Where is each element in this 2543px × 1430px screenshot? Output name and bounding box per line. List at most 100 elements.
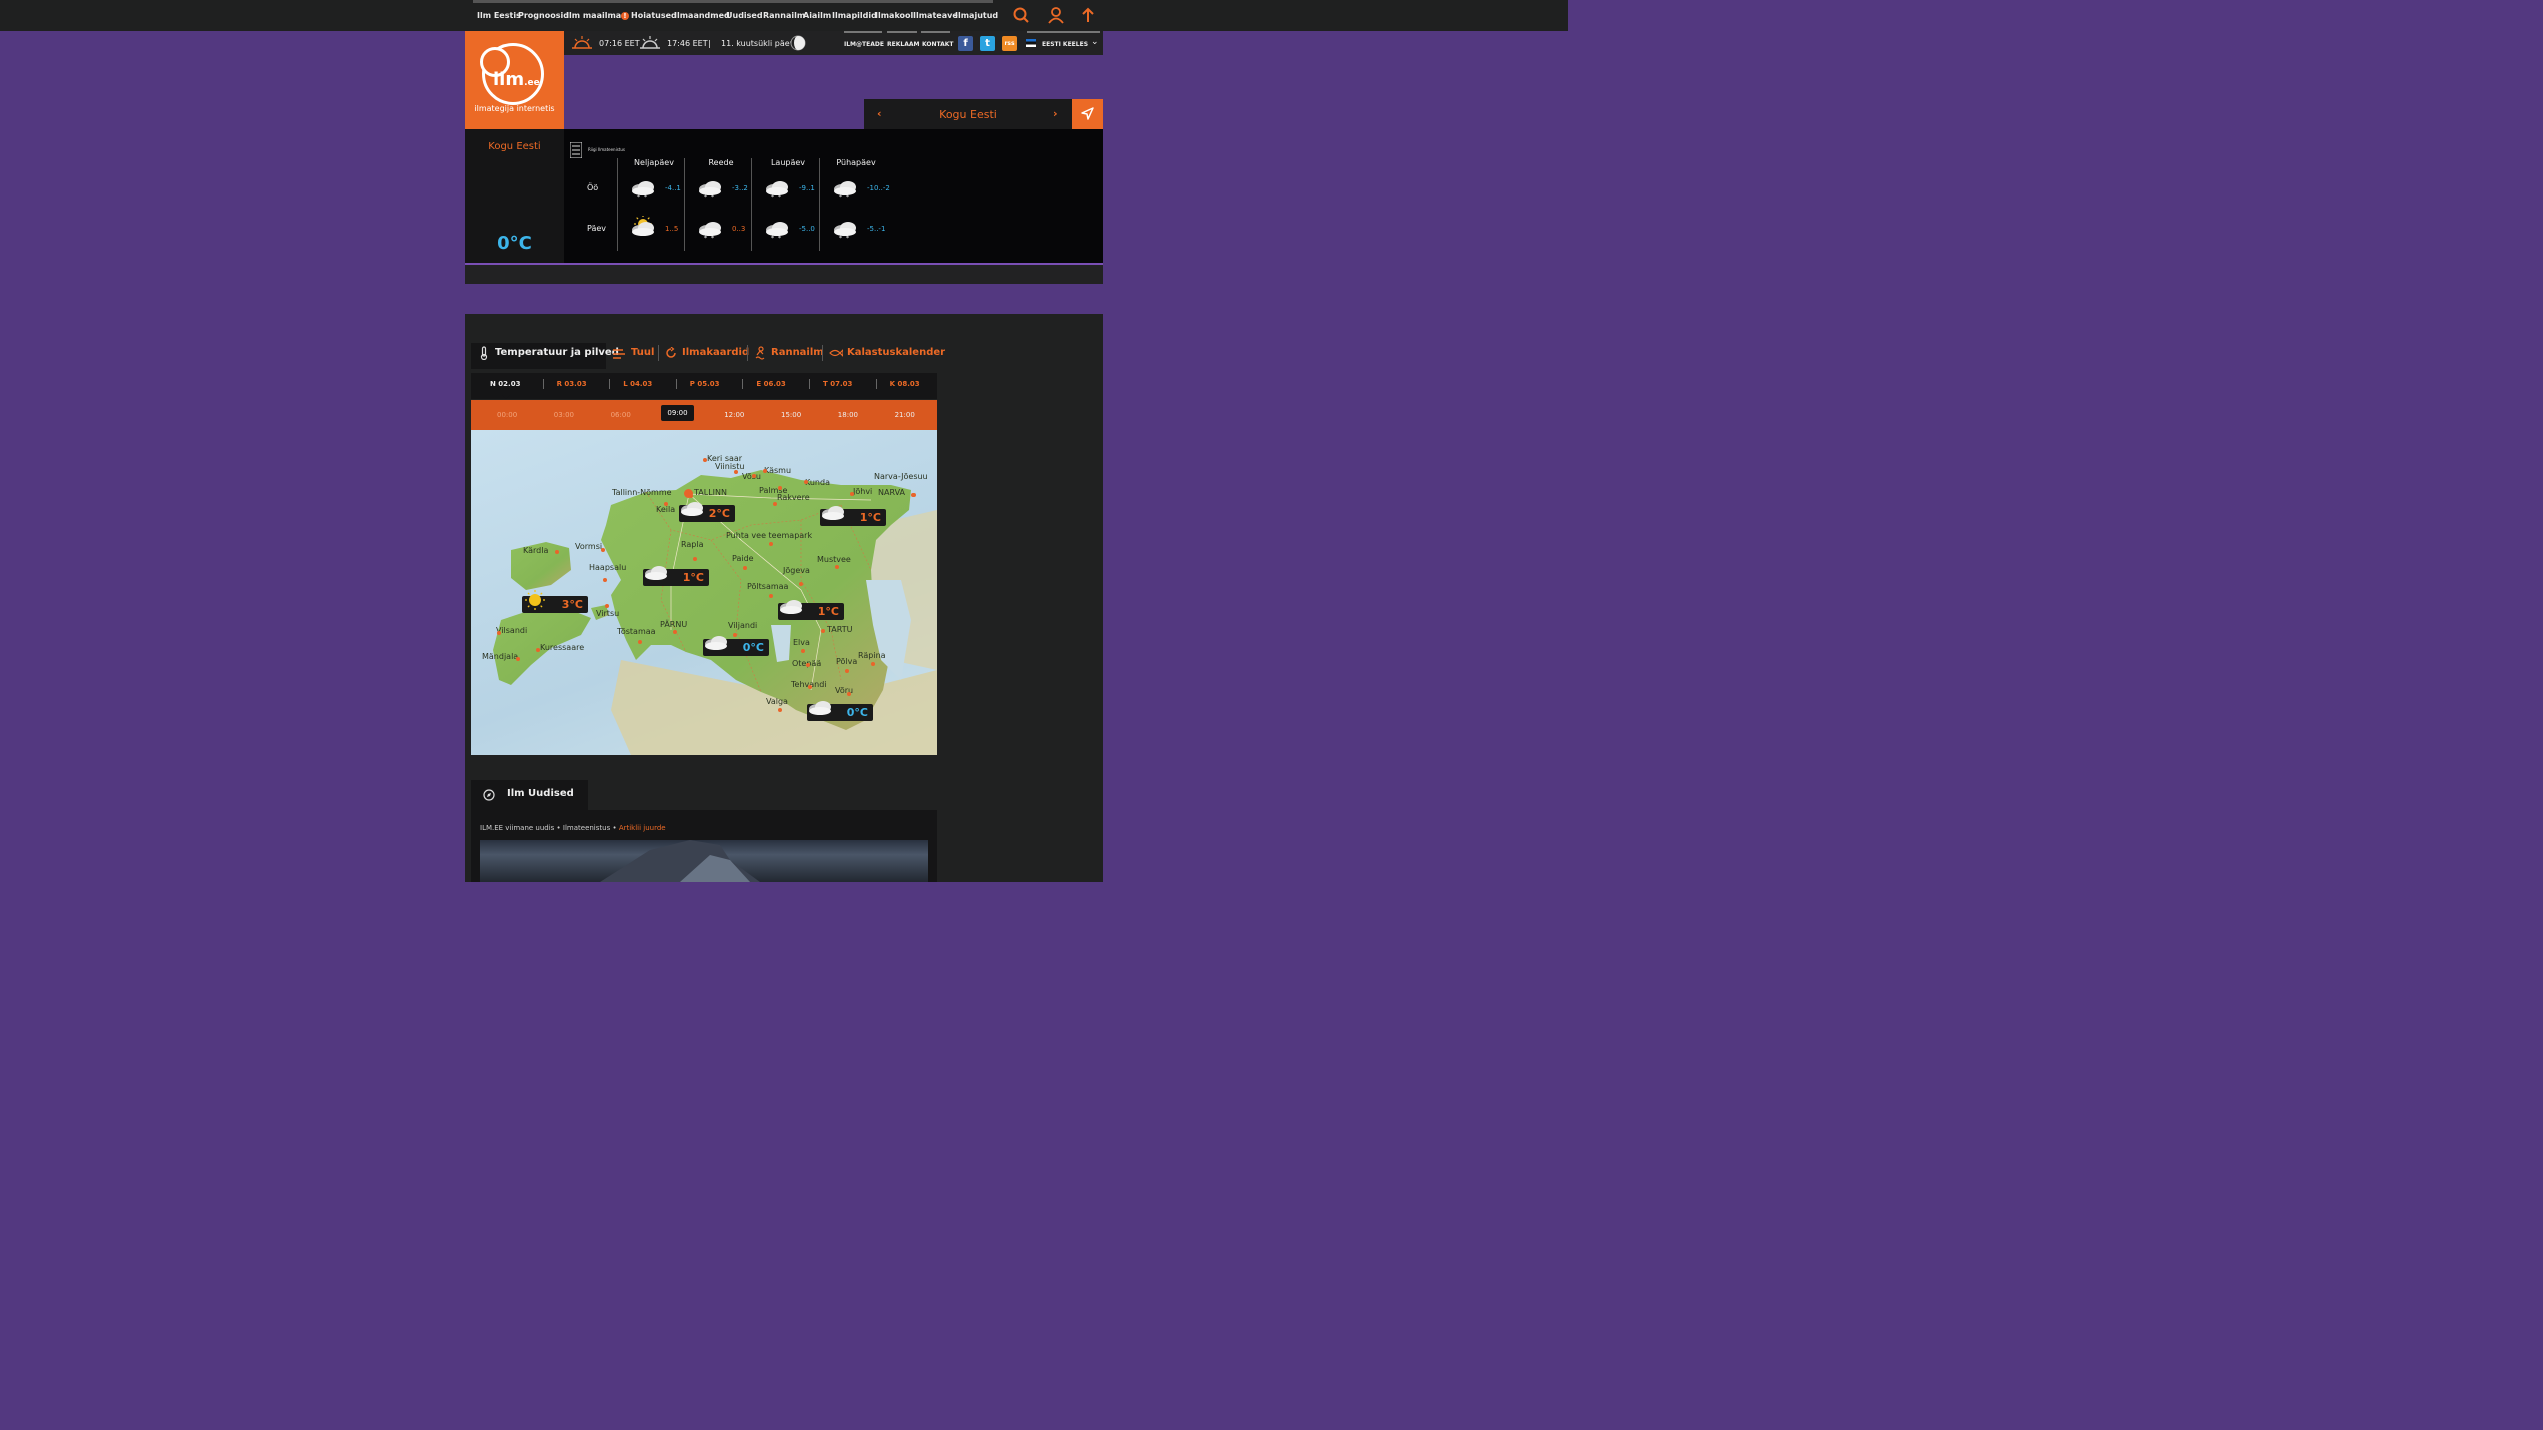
map-weather-box[interactable]: 0°C bbox=[703, 636, 769, 656]
user-icon[interactable] bbox=[1046, 6, 1066, 24]
map-weather-box[interactable]: 3°C bbox=[522, 590, 588, 613]
map-place-label[interactable]: Puhta vee teemapark bbox=[726, 531, 812, 540]
map-place-label[interactable]: Valga bbox=[766, 697, 788, 706]
nav-ilmakool[interactable]: Ilmakool bbox=[875, 11, 913, 20]
nav-ilm-maailmas[interactable]: Ilm maailmas bbox=[566, 11, 626, 20]
map-place-dot bbox=[536, 648, 540, 652]
map-place-label[interactable]: Elva bbox=[793, 638, 810, 647]
estonia-weather-map[interactable]: Keri saarViinistuKäsmuVõsuKundaNarva-Jõe… bbox=[471, 430, 937, 755]
map-place-label[interactable]: Rakvere bbox=[777, 493, 810, 502]
nav-ilmaandmed[interactable]: Ilmaandmed bbox=[674, 11, 730, 20]
geolocate-button[interactable] bbox=[1072, 99, 1103, 129]
nav-ilmateave[interactable]: Ilmateave bbox=[913, 11, 958, 20]
twitter-icon[interactable]: t bbox=[980, 36, 995, 51]
infobar-accent bbox=[921, 31, 950, 33]
map-place-label[interactable]: NARVA bbox=[878, 488, 905, 497]
time-option[interactable]: 12:00 bbox=[724, 411, 744, 419]
map-weather-box[interactable]: 1°C bbox=[778, 600, 844, 620]
link-reklaam[interactable]: REKLAAM bbox=[887, 41, 919, 48]
forecast-night-icon-wrap: * * bbox=[695, 175, 725, 203]
map-place-label[interactable]: Räpina bbox=[858, 651, 886, 660]
time-option[interactable]: 00:00 bbox=[497, 411, 517, 419]
news-image[interactable] bbox=[480, 840, 928, 882]
current-weather: Kogu Eesti 0°C bbox=[465, 129, 564, 263]
time-option[interactable]: 06:00 bbox=[611, 411, 631, 419]
time-option[interactable]: 18:00 bbox=[838, 411, 858, 419]
map-weather-box[interactable]: 2°C bbox=[679, 502, 735, 522]
map-place-label[interactable]: Kunda bbox=[805, 478, 830, 487]
news-tab[interactable]: Ilm Uudised bbox=[471, 780, 588, 810]
map-place-label[interactable]: Paide bbox=[732, 554, 754, 563]
language-select[interactable]: EESTI KEELES bbox=[1042, 41, 1088, 48]
map-place-label[interactable]: PÄRNU bbox=[660, 620, 687, 629]
map-place-label[interactable]: Põlva bbox=[836, 657, 857, 666]
map-place-label[interactable]: TARTU bbox=[827, 625, 852, 634]
map-place-label[interactable]: Narva-Jõesuu bbox=[874, 472, 928, 481]
arrow-up-icon[interactable] bbox=[1078, 6, 1098, 24]
nav-prognoosid[interactable]: Prognoosid bbox=[518, 11, 569, 20]
map-temperature-value: 0°C bbox=[742, 641, 764, 654]
date-option[interactable]: T 07.03 bbox=[823, 380, 852, 388]
map-place-label[interactable]: Vormsi bbox=[575, 542, 602, 551]
map-place-label[interactable]: Kärdla bbox=[523, 546, 548, 555]
map-place-label[interactable]: Jõhvi bbox=[853, 487, 872, 496]
link-kontakt[interactable]: KONTAKT bbox=[922, 41, 954, 48]
site-logo[interactable]: ilm.ee ilmategija internetis bbox=[465, 31, 564, 129]
map-place-label[interactable]: Rapla bbox=[681, 540, 704, 549]
map-place-label[interactable]: Keila bbox=[656, 505, 675, 514]
map-temperature-value: 2°C bbox=[708, 507, 730, 520]
next-location-button[interactable]: › bbox=[1053, 107, 1058, 120]
tab-separator bbox=[747, 345, 748, 361]
date-option[interactable]: K 08.03 bbox=[890, 380, 920, 388]
map-place-label[interactable]: Viljandi bbox=[728, 621, 757, 630]
map-place-label[interactable]: Käsmu bbox=[764, 466, 791, 475]
time-option[interactable]: 15:00 bbox=[781, 411, 801, 419]
date-option[interactable]: P 05.03 bbox=[690, 380, 720, 388]
nav-hoiatused[interactable]: ! Hoiatused bbox=[621, 11, 677, 20]
time-option[interactable]: 03:00 bbox=[554, 411, 574, 419]
map-place-label[interactable]: Põltsamaa bbox=[747, 582, 788, 591]
location-name[interactable]: Kogu Eesti bbox=[864, 108, 1072, 121]
date-option[interactable]: E 06.03 bbox=[756, 380, 785, 388]
map-place-label[interactable]: Tallinn-Nõmme bbox=[612, 488, 672, 497]
forecast-night-temp: -9..1 bbox=[799, 184, 815, 192]
map-place-label[interactable]: Mändjala bbox=[482, 652, 518, 661]
map-place-label[interactable]: Tõstamaa bbox=[617, 627, 656, 636]
time-option[interactable]: 21:00 bbox=[895, 411, 915, 419]
map-place-dot bbox=[821, 629, 825, 633]
nav-uudised[interactable]: Uudised bbox=[726, 11, 763, 20]
sunrise-time: 07:16 EET bbox=[599, 39, 640, 48]
nav-top-line bbox=[473, 0, 993, 3]
map-place-label[interactable]: Viinistu bbox=[715, 462, 744, 471]
link-ilm-teade[interactable]: ILM@TEADE bbox=[844, 41, 884, 48]
map-place-label[interactable]: Kuressaare bbox=[540, 643, 584, 652]
forecast-day-icon-wrap: * * bbox=[695, 216, 725, 244]
row-label-night: Öö bbox=[587, 183, 599, 192]
news-article-link[interactable]: Artiklii juurde bbox=[619, 824, 666, 832]
map-place-label[interactable]: Mustvee bbox=[817, 555, 851, 564]
map-weather-icon-wrap bbox=[701, 630, 731, 658]
moon-day: 11. kuutsükli päev bbox=[721, 39, 795, 48]
map-weather-box[interactable]: 0°C bbox=[807, 701, 873, 721]
date-option[interactable]: N 02.03 bbox=[490, 380, 520, 388]
map-place-label[interactable]: Jõgeva bbox=[783, 566, 810, 575]
nav-ilm-eestis[interactable]: Ilm Eestis bbox=[477, 11, 521, 20]
nav-ilmajutud[interactable]: Ilmajutud bbox=[955, 11, 998, 20]
date-option[interactable]: L 04.03 bbox=[623, 380, 652, 388]
tab-temperature[interactable]: Temperatuur ja pilved bbox=[471, 343, 619, 369]
map-weather-box[interactable]: 1°C bbox=[643, 566, 709, 586]
facebook-icon[interactable]: f bbox=[958, 36, 973, 51]
nav-aiailm[interactable]: Aiailm bbox=[803, 11, 831, 20]
date-separator bbox=[675, 379, 677, 389]
map-place-label[interactable]: Virtsu bbox=[596, 609, 619, 618]
nav-ilmapildid[interactable]: Ilmapildid bbox=[832, 11, 877, 20]
map-place-dot bbox=[497, 631, 501, 635]
rss-icon[interactable]: rss bbox=[1002, 36, 1017, 51]
map-weather-box[interactable]: 1°C bbox=[820, 506, 886, 526]
chevron-down-icon[interactable]: ⌄ bbox=[1091, 37, 1099, 47]
map-place-label[interactable]: Haapsalu bbox=[589, 563, 626, 572]
nav-rannailm[interactable]: Rannailm bbox=[763, 11, 805, 20]
search-icon[interactable] bbox=[1011, 6, 1031, 24]
time-option[interactable]: 09:00 bbox=[661, 405, 694, 421]
date-option[interactable]: R 03.03 bbox=[557, 380, 587, 388]
